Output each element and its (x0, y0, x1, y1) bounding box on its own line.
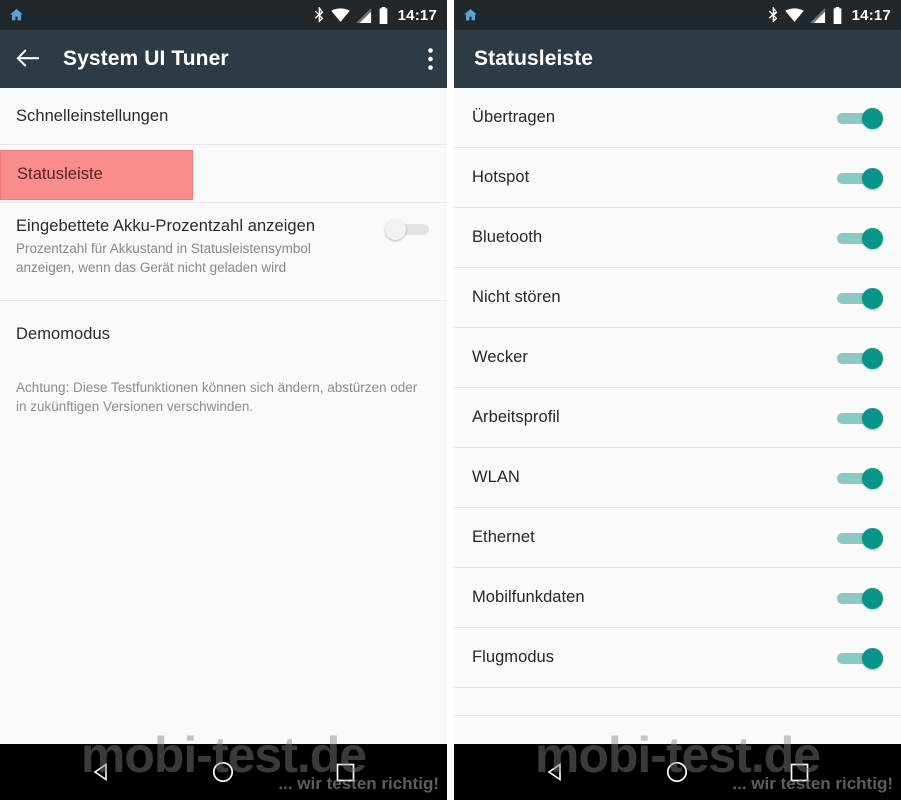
right-phone-screenshot: 14:17 Statusleiste Übertragen Hotspot Bl… (454, 0, 901, 800)
list-item[interactable]: Übertragen (454, 88, 901, 148)
item-toggle[interactable] (837, 646, 883, 670)
home-icon (462, 7, 479, 23)
home-icon (8, 7, 25, 23)
battery-icon (832, 6, 843, 24)
toggle-thumb (862, 167, 883, 189)
item-toggle[interactable] (837, 106, 883, 130)
bluetooth-icon (314, 6, 325, 24)
status-bar-notifications (8, 7, 25, 23)
left-phone-screenshot: 14:17 System UI Tuner Schnelleinstellung… (0, 0, 447, 800)
pref-demomodus[interactable]: Demomodus (0, 301, 447, 344)
list-item[interactable]: Mobilfunkdaten (454, 568, 901, 628)
list-item[interactable]: Ethernet (454, 508, 901, 568)
item-toggle[interactable] (837, 406, 883, 430)
pref-schnelleinstellungen[interactable]: Schnelleinstellungen (0, 88, 447, 145)
warning-note: Achtung: Diese Testfunktionen können sic… (0, 344, 447, 416)
status-bar-clock: 14:17 (397, 6, 437, 24)
overflow-menu-icon[interactable] (428, 48, 433, 70)
list-item[interactable]: Bluetooth (454, 208, 901, 268)
bluetooth-icon (768, 6, 779, 24)
list-item-label: Wecker (472, 348, 528, 366)
toggle-thumb (862, 227, 883, 249)
toggle-thumb (862, 107, 883, 129)
item-toggle[interactable] (837, 226, 883, 250)
left-settings-content: Schnelleinstellungen Statusleiste Eingeb… (0, 88, 447, 744)
nav-home-circle-icon[interactable] (193, 744, 253, 800)
toggle-thumb (862, 647, 883, 669)
battery-icon (378, 6, 389, 24)
status-bar-left: 14:17 (0, 0, 447, 30)
pref-title: Eingebettete Akku-Prozentzahl anzeigen (16, 217, 316, 235)
back-arrow-icon[interactable] (16, 49, 39, 69)
pref-subtitle: Prozentzahl für Akkustand in Statusleist… (16, 241, 311, 275)
wifi-icon (784, 7, 804, 23)
pref-title: Schnelleinstellungen (16, 106, 169, 125)
list-item-label: Flugmodus (472, 648, 555, 666)
item-toggle[interactable] (837, 466, 883, 490)
pref-statusleiste[interactable]: Statusleiste (0, 145, 447, 203)
wifi-icon (330, 7, 350, 23)
status-bar-notifications (462, 7, 479, 23)
list-item-label: Nicht stören (472, 288, 561, 306)
item-toggle[interactable] (837, 166, 883, 190)
page-title: Statusleiste (474, 47, 594, 70)
toggle-thumb (862, 347, 883, 369)
list-bottom-spacer (454, 688, 901, 716)
selection-highlight: Statusleiste (0, 149, 193, 200)
nav-bar-right (454, 744, 901, 800)
item-toggle[interactable] (837, 346, 883, 370)
list-item-label: Ethernet (472, 528, 535, 546)
toggle-thumb (862, 467, 883, 489)
list-item[interactable]: Arbeitsprofil (454, 388, 901, 448)
nav-back-triangle-icon[interactable] (71, 744, 131, 800)
section-title: Demomodus (16, 325, 110, 343)
statusbar-items-list: Übertragen Hotspot Bluetooth Nicht störe… (454, 88, 901, 744)
list-item-label: Mobilfunkdaten (472, 588, 585, 606)
toggle-thumb (862, 527, 883, 549)
app-bar-left: System UI Tuner (0, 30, 447, 88)
status-bar-system-icons: 14:17 (314, 6, 437, 24)
toggle-thumb (862, 287, 883, 309)
list-item-label: Bluetooth (472, 228, 543, 246)
nav-home-circle-icon[interactable] (647, 744, 707, 800)
pref-text-block: Eingebettete Akku-Prozentzahl anzeigen P… (16, 217, 385, 277)
nav-recents-square-icon[interactable] (770, 744, 830, 800)
item-toggle[interactable] (837, 526, 883, 550)
pref-embedded-battery-percentage[interactable]: Eingebettete Akku-Prozentzahl anzeigen P… (0, 203, 447, 301)
status-bar-system-icons: 14:17 (768, 6, 891, 24)
pref-title: Statusleiste (17, 165, 103, 183)
nav-bar-left (0, 744, 447, 800)
item-toggle[interactable] (837, 286, 883, 310)
list-item-label: Übertragen (472, 108, 556, 126)
item-toggle[interactable] (837, 586, 883, 610)
nav-back-triangle-icon[interactable] (525, 744, 585, 800)
cellular-signal-icon (809, 7, 826, 23)
status-bar-clock: 14:17 (851, 6, 891, 24)
toggle-thumb (862, 407, 883, 429)
list-item-label: WLAN (472, 468, 520, 486)
list-item[interactable]: WLAN (454, 448, 901, 508)
list-item[interactable]: Hotspot (454, 148, 901, 208)
toggle-thumb (862, 587, 883, 609)
list-item[interactable]: Nicht stören (454, 268, 901, 328)
app-bar-right: Statusleiste (454, 30, 901, 88)
page-title: System UI Tuner (63, 47, 229, 70)
dual-screenshot-comparison: 14:17 System UI Tuner Schnelleinstellung… (0, 0, 901, 800)
list-item-label: Arbeitsprofil (472, 408, 560, 426)
cellular-signal-icon (355, 7, 372, 23)
status-bar-right: 14:17 (454, 0, 901, 30)
battery-percentage-toggle[interactable] (385, 217, 431, 241)
list-item[interactable]: Flugmodus (454, 628, 901, 688)
list-item[interactable]: Wecker (454, 328, 901, 388)
list-item-label: Hotspot (472, 168, 530, 186)
panel-divider (447, 0, 454, 800)
toggle-thumb (385, 219, 406, 240)
nav-recents-square-icon[interactable] (316, 744, 376, 800)
